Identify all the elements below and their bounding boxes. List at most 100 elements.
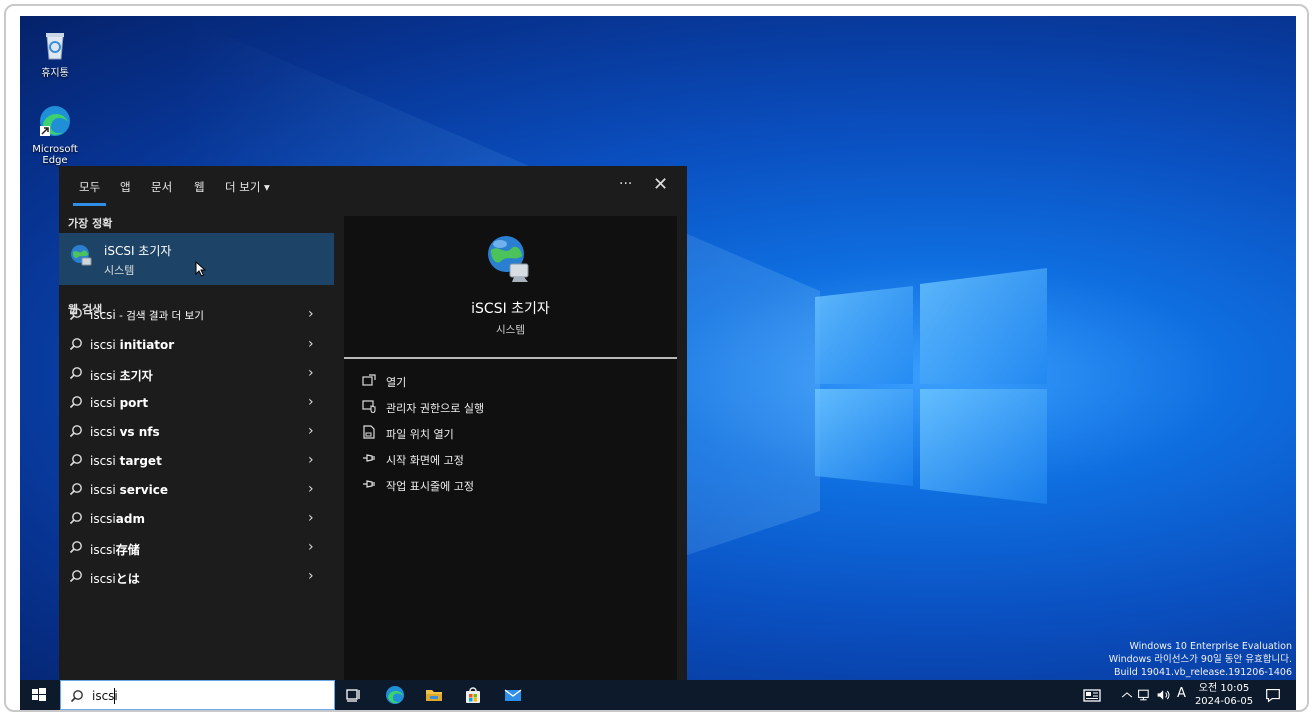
edge-label: Microsoft Edge bbox=[32, 144, 78, 166]
web-result-suggestion: port bbox=[119, 396, 149, 410]
taskbar: iscsi A 오전 10:05 2024-06-05 bbox=[20, 680, 1296, 710]
web-result-label: iscsi target bbox=[90, 454, 162, 468]
store-icon[interactable] bbox=[463, 685, 483, 705]
taskbar-search-box[interactable]: iscsi bbox=[60, 680, 335, 710]
web-result-item[interactable]: iscsi service › bbox=[59, 476, 334, 505]
network-icon[interactable] bbox=[1137, 685, 1153, 705]
web-result-query: iscsi bbox=[90, 308, 116, 322]
notifications-icon[interactable] bbox=[1264, 685, 1282, 705]
chevron-right-icon: › bbox=[308, 481, 314, 497]
desktop: 휴지통 Microsoft Edge 모두 앱 문서 웹 더 보기 ▾ ··· … bbox=[20, 16, 1296, 710]
chevron-right-icon: › bbox=[308, 452, 314, 468]
web-result-label: iscsi - 검색 결과 더 보기 bbox=[90, 308, 204, 323]
web-result-query: iscsi bbox=[90, 483, 120, 497]
web-result-query: iscsi bbox=[90, 369, 120, 383]
web-result-label: iscsiadm bbox=[90, 512, 145, 526]
web-result-suggestion: initiator bbox=[119, 338, 175, 352]
preview-action-label: 관리자 권한으로 실행 bbox=[386, 402, 485, 415]
file-explorer-icon[interactable] bbox=[424, 685, 444, 705]
web-result-query: iscsi bbox=[90, 454, 120, 468]
web-result-suggestion: とは bbox=[115, 572, 140, 586]
preview-title: iSCSI 초기자 bbox=[471, 301, 550, 317]
preview-action-label: 시작 화면에 고정 bbox=[386, 454, 464, 467]
web-result-item[interactable]: iscsiadm › bbox=[59, 505, 334, 534]
mail-icon[interactable] bbox=[503, 685, 523, 705]
web-result-item[interactable]: iscsi存储 › bbox=[59, 534, 334, 563]
preview-divider bbox=[344, 357, 677, 359]
web-result-suggestion: service bbox=[119, 483, 168, 497]
system-clock[interactable]: 오전 10:05 2024-06-05 bbox=[1194, 682, 1254, 708]
web-result-suggestion: 存储 bbox=[115, 543, 140, 557]
pin-icon bbox=[363, 480, 375, 488]
start-search-flyout: 모두 앱 문서 웹 더 보기 ▾ ··· ✕ 가장 정확 iSCSI 초기자 시… bbox=[59, 166, 687, 681]
web-result-item[interactable]: iscsi target › bbox=[59, 447, 334, 476]
web-result-item[interactable]: iscsi initiator › bbox=[59, 331, 334, 360]
search-icon bbox=[69, 454, 82, 467]
web-result-item[interactable]: iscsi port › bbox=[59, 389, 334, 418]
tab-all[interactable]: 모두 bbox=[72, 179, 107, 206]
watermark-license: Windows 라이선스가 90일 동안 유효합니다. bbox=[1108, 654, 1292, 665]
start-button-icon[interactable] bbox=[30, 686, 48, 704]
web-result-query: iscsi bbox=[90, 425, 120, 439]
web-result-suggestion: vs nfs bbox=[119, 425, 160, 439]
news-and-interests-icon[interactable] bbox=[1082, 685, 1102, 705]
watermark-build: Build 19041.vb_release.191206-1406 bbox=[1113, 667, 1292, 678]
preview-pane: iSCSI 초기자 시스템 열기 관리자 권한으로 실행 파일 위치 열기 시작 화면… bbox=[344, 216, 677, 681]
web-result-suggestion: adm bbox=[115, 512, 145, 526]
open-icon bbox=[362, 374, 376, 386]
activation-watermark: Windows 10 Enterprise Evaluation Windows… bbox=[1109, 640, 1292, 679]
tab-web[interactable]: 웹 bbox=[194, 179, 205, 195]
search-icon bbox=[69, 570, 82, 583]
web-result-item[interactable]: iscsi 초기자 › bbox=[59, 360, 334, 389]
best-match-title: iSCSI 초기자 bbox=[104, 244, 172, 258]
edge-shortcut[interactable]: Microsoft Edge bbox=[25, 104, 85, 166]
tab-apps[interactable]: 앱 bbox=[120, 179, 131, 195]
more-options-button[interactable]: ··· bbox=[619, 176, 632, 192]
web-result-label: iscsi 초기자 bbox=[90, 367, 153, 384]
web-result-query: iscsi bbox=[90, 396, 120, 410]
task-view-icon[interactable] bbox=[344, 685, 364, 705]
search-icon bbox=[69, 338, 82, 351]
tab-documents[interactable]: 문서 bbox=[151, 179, 172, 195]
chevron-right-icon: › bbox=[308, 365, 314, 381]
web-result-suggestion: 초기자 bbox=[119, 369, 153, 383]
chevron-right-icon: › bbox=[308, 394, 314, 410]
input-method-indicator[interactable]: A bbox=[1177, 686, 1186, 701]
web-result-query: iscsi bbox=[90, 338, 120, 352]
tab-more[interactable]: 더 보기 ▾ bbox=[225, 179, 270, 195]
chevron-right-icon: › bbox=[308, 510, 314, 526]
text-caret bbox=[114, 688, 115, 704]
search-icon bbox=[69, 308, 82, 321]
web-result-label: iscsi service bbox=[90, 483, 168, 497]
search-icon bbox=[69, 512, 82, 525]
web-result-item[interactable]: iscsiとは › bbox=[59, 563, 334, 592]
web-result-query: iscsi bbox=[90, 543, 116, 557]
search-filter-tabs: 모두 앱 문서 웹 더 보기 ▾ ··· ✕ bbox=[59, 166, 687, 206]
web-result-label: iscsi port bbox=[90, 396, 148, 410]
web-result-item[interactable]: iscsi - 검색 결과 더 보기 › bbox=[59, 301, 334, 330]
search-icon bbox=[69, 541, 82, 554]
web-result-label: iscsi vs nfs bbox=[90, 425, 160, 439]
chevron-right-icon: › bbox=[308, 306, 314, 322]
iscsi-initiator-icon bbox=[71, 245, 92, 266]
preview-action-label: 파일 위치 열기 bbox=[386, 428, 454, 441]
file-location-icon bbox=[363, 425, 375, 439]
best-match-subtitle: 시스템 bbox=[104, 264, 135, 277]
search-icon bbox=[69, 425, 82, 438]
recycle-bin-shortcut[interactable]: 휴지통 bbox=[25, 28, 85, 79]
chevron-right-icon: › bbox=[308, 336, 314, 352]
best-match-header: 가장 정확 bbox=[68, 217, 113, 230]
screenshot-frame: 휴지통 Microsoft Edge 모두 앱 문서 웹 더 보기 ▾ ··· … bbox=[4, 4, 1309, 712]
web-result-item[interactable]: iscsi vs nfs › bbox=[59, 418, 334, 447]
close-button[interactable]: ✕ bbox=[653, 174, 668, 195]
run-as-admin-icon bbox=[362, 400, 376, 413]
best-match-item[interactable]: iSCSI 초기자 시스템 bbox=[59, 233, 334, 285]
preview-subtitle: 시스템 bbox=[496, 324, 525, 336]
volume-icon[interactable] bbox=[1156, 685, 1172, 705]
chevron-right-icon: › bbox=[308, 423, 314, 439]
show-hidden-icons-icon[interactable] bbox=[1120, 685, 1134, 705]
iscsi-initiator-large-icon bbox=[488, 236, 529, 282]
edge-icon[interactable] bbox=[385, 685, 405, 705]
chevron-right-icon: › bbox=[308, 568, 314, 584]
recycle-bin-label: 휴지통 bbox=[41, 68, 69, 79]
